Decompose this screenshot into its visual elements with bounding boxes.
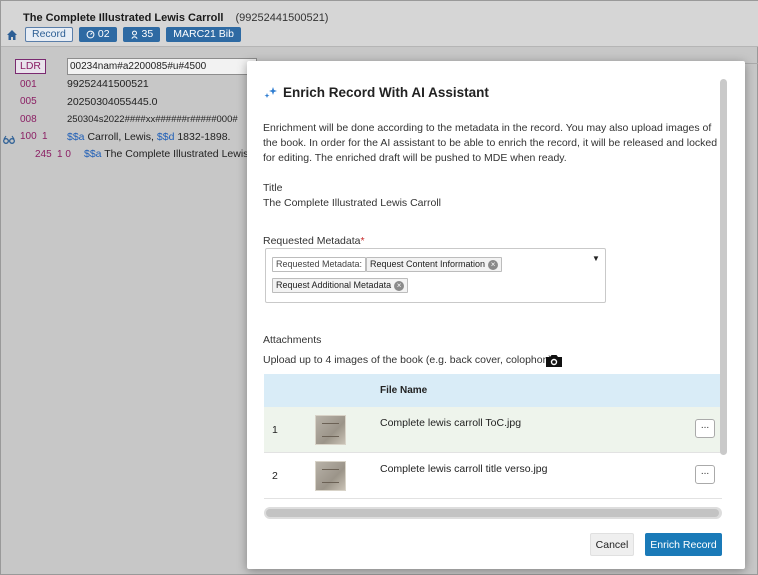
record-id: (99252441500521) [235,12,329,24]
marc-indicators: 1 [42,131,48,143]
dialog-title: Enrich Record With AI Assistant [263,84,489,100]
camera-icon[interactable] [545,354,563,368]
record-title-text: The Complete Illustrated Lewis Carroll [23,12,224,24]
thumbnail-image [315,461,346,491]
upload-hint: Upload up to 4 images of the book (e.g. … [263,354,552,366]
marc-tag: 100 [20,131,37,143]
marc-tag: 005 [20,96,37,108]
ldr-tag[interactable]: LDR [15,59,47,75]
title-label: Title [263,182,283,194]
vertical-scrollbar[interactable] [720,79,727,455]
marc-tag: 001 [20,78,37,90]
row-actions-button[interactable]: ... [695,465,715,484]
tab-users[interactable]: 35 [122,27,161,42]
subfield-text: 1832-1898. [174,130,231,143]
marc-value: 99252441500521 [67,78,149,91]
tab-record[interactable]: Record [25,27,73,42]
marc-value: $$a The Complete Illustrated Lewis Carr [84,148,272,160]
marc-value: 20250304055445.0 [67,95,158,108]
table-row[interactable]: 2 Complete lewis carroll title verso.jpg… [264,453,722,499]
cancel-button[interactable]: Cancel [590,533,634,556]
subfield-code: $$d [156,130,175,143]
sparkle-icon [264,87,277,98]
table-header: File Name [264,374,722,407]
marc-indicators: 1 0 [57,148,71,160]
thumbnail-image [315,415,346,445]
requested-metadata-label-text: Requested Metadata [263,235,361,247]
subfield-text: Carroll, Lewis, [84,130,157,143]
dialog-title-text: Enrich Record With AI Assistant [283,84,489,100]
column-file-name: File Name [380,385,428,396]
table-row[interactable]: 1 Complete lewis carroll ToC.jpg ... [264,407,722,453]
file-name: Complete lewis carroll ToC.jpg [380,417,522,429]
enrich-record-button[interactable]: Enrich Record [645,533,722,556]
enrich-dialog: Enrich Record With AI Assistant Enrichme… [247,61,745,569]
tab-users-count: 35 [141,28,154,40]
marc-value: $$a Carroll, Lewis, $$d 1832-1898. [67,131,230,143]
glasses-icon[interactable] [3,135,15,147]
home-icon[interactable] [5,28,19,42]
file-name: Complete lewis carroll title verso.jpg [380,463,548,475]
marc-value: 250304s2022####xx######r#####000# [67,113,238,125]
row-actions-button[interactable]: ... [695,419,715,438]
row-number: 2 [272,469,278,482]
tab-marc21-bib[interactable]: MARC21 Bib [166,27,241,42]
record-header: The Complete Illustrated Lewis Carroll (9… [1,1,758,47]
row-number: 1 [272,423,278,436]
requested-metadata-label: Requested Metadata* [263,235,365,247]
record-title: The Complete Illustrated Lewis Carroll (9… [23,12,328,24]
attachments-label: Attachments [263,334,322,346]
chip-additional-metadata[interactable]: Request Additional Metadata × [272,278,409,293]
clipboard-icon [86,30,95,39]
title-value: The Complete Illustrated Lewis Carroll [263,197,441,209]
subfield-code: $$a [84,148,102,161]
requested-metadata-select[interactable]: Requested Metadata: Request Content Info… [265,248,606,303]
person-icon [130,30,138,39]
chip-label: Request Content Information [370,259,486,269]
tab-changes-count: 02 [97,28,110,40]
marc-tag: 008 [20,113,37,125]
chip-remove-icon[interactable]: × [488,259,499,270]
required-mark: * [360,235,365,247]
tab-changes[interactable]: 02 [78,27,117,42]
chip-remove-icon[interactable]: × [394,280,405,291]
chip-prefix: Requested Metadata: [272,257,367,272]
record-tabs: Record 02 35 MARC21 Bib [5,27,241,42]
subfield-code: $$a [67,130,85,143]
caret-down-icon[interactable]: ▼ [592,254,600,263]
marc-tag: 245 [35,148,52,160]
scrollbar-thumb[interactable] [266,509,719,517]
attachments-table: File Name 1 Complete lewis carroll ToC.j… [264,374,722,499]
dialog-description: Enrichment will be done according to the… [263,122,718,164]
horizontal-scrollbar[interactable] [264,507,722,519]
chip-label: Request Additional Metadata [276,280,392,290]
chip-content-information[interactable]: Request Content Information × [366,257,503,272]
